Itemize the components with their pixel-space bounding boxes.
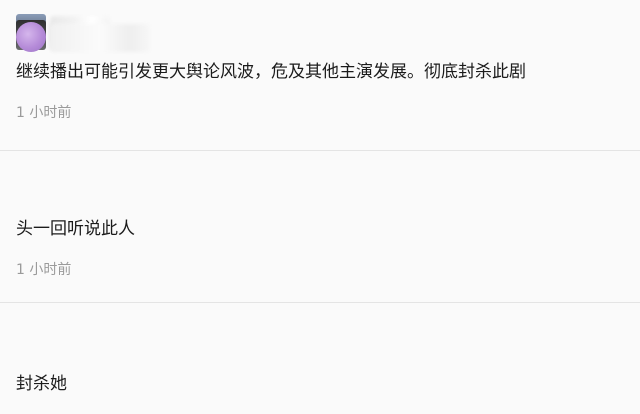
comment-timestamp: 1 小时前 <box>16 262 72 278</box>
avatar[interactable] <box>16 22 46 52</box>
comment-text: 头一回听说此人 <box>16 219 135 239</box>
comment-text: 封杀她 <box>16 374 67 394</box>
comment-timestamp: 1 小时前 <box>16 105 72 121</box>
comment-item <box>0 303 640 414</box>
comment-text: 继续播出可能引发更大舆论风波，危及其他主演发展。彻底封杀此剧 <box>16 62 526 82</box>
username-blurred[interactable] <box>50 24 150 52</box>
